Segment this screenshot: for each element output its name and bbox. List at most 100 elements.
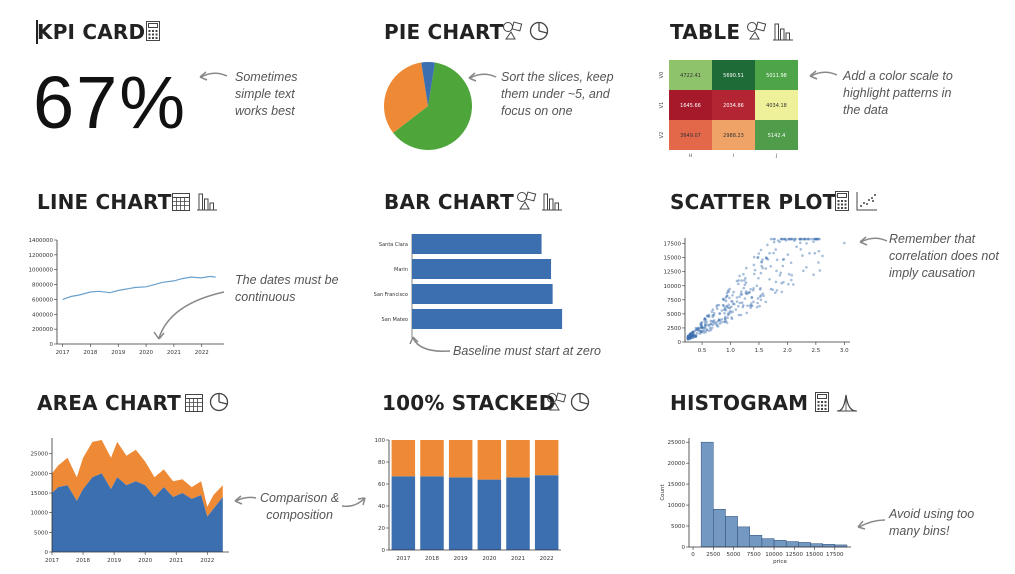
scatter-point [711, 308, 715, 311]
scatter-point [687, 337, 690, 340]
scatter-point [752, 300, 755, 304]
scatter-point [735, 296, 739, 299]
scatter-point [799, 241, 802, 245]
x-tick-label: 1.5 [755, 348, 764, 354]
scatter-point [699, 322, 702, 325]
scatter-point [764, 300, 768, 304]
cell-value: 5142.4 [768, 133, 786, 139]
y-tick-label: 10000 [664, 284, 682, 290]
scatter-point [743, 297, 747, 300]
stacked-bar-bottom [391, 476, 416, 550]
scatter-point [703, 324, 707, 327]
y-tick-label: 7500 [667, 298, 681, 304]
y-tick-label: 800000 [32, 283, 53, 289]
scatter-point [720, 309, 724, 312]
scatter-point [759, 271, 763, 275]
scatter-point [725, 321, 729, 325]
scatter-icon [856, 192, 877, 211]
bar-chart-title: BAR CHART [384, 190, 514, 214]
hist-bin [822, 544, 836, 548]
scatter-point [781, 264, 785, 268]
scatter-point [688, 333, 691, 337]
scatter-point [752, 263, 756, 267]
pointer-arrow [468, 72, 497, 82]
scatter-point [776, 239, 780, 242]
scatter-point [812, 273, 815, 276]
scatter-point [755, 305, 759, 309]
scatter-point [759, 248, 763, 252]
scatter-point [731, 294, 734, 297]
scatter-point [695, 327, 699, 331]
scatter-point [810, 237, 813, 241]
stacked-bar-bottom [506, 477, 530, 550]
scatter-point [753, 268, 757, 272]
x-tick-label: 2017 [56, 350, 70, 356]
bar [412, 234, 542, 254]
x-tick-label: 3.0 [840, 348, 849, 354]
hist-bin [737, 526, 750, 548]
scatter-point [744, 276, 747, 280]
pointer-arrow [341, 497, 366, 508]
scatter-point [795, 245, 798, 248]
x-tick-label: 2.5 [811, 348, 820, 354]
scatter-point [734, 308, 738, 311]
scatter-point [805, 242, 808, 245]
scatter-point [781, 258, 785, 261]
scatter-point [782, 280, 785, 284]
x-tick-label: 5000 [727, 552, 741, 558]
scatter-point [818, 269, 822, 272]
x-tick-label: 2021 [511, 556, 525, 562]
scatter-point [781, 237, 784, 241]
scatter-point [705, 321, 708, 324]
bar-icon [197, 193, 217, 211]
y-tick-label: 80 [378, 460, 385, 466]
scatter-point [812, 237, 815, 241]
scatter-point [724, 308, 728, 312]
x-tick-label: 2018 [83, 350, 97, 356]
pie-icon [529, 21, 549, 41]
pointer-arrow [199, 71, 228, 81]
scatter-point [792, 283, 795, 286]
scatter-point [759, 298, 763, 302]
scatter-point [723, 311, 726, 315]
x-tick-label: 2022 [195, 350, 209, 356]
table-note: Add a color scale to highlight patterns i… [843, 69, 953, 117]
scatter-point [760, 260, 763, 264]
scatter-point [703, 317, 707, 320]
distribution-icon [837, 394, 857, 412]
scatter-point [735, 300, 739, 303]
scatter-point [726, 294, 729, 297]
scatter-point [743, 283, 747, 287]
x-axis-label: price [773, 559, 787, 565]
y-tick-label: 200000 [32, 327, 53, 333]
x-tick-label: 15000 [806, 552, 824, 558]
calendar-icon [185, 394, 203, 412]
x-tick-label: 10000 [765, 552, 783, 558]
scatter-point [752, 272, 756, 276]
shapes-icon [747, 21, 767, 40]
x-tick-label: 2017 [396, 556, 410, 562]
scatter-point [715, 305, 718, 308]
pie-icon [570, 392, 590, 412]
scatter-point [768, 251, 771, 255]
scatter-point [762, 294, 765, 298]
pointer-arrow [859, 236, 888, 246]
scatter-point [756, 297, 760, 300]
scatter-point [740, 301, 744, 304]
scatter-point [775, 269, 778, 273]
x-tick-label: 12500 [786, 552, 804, 558]
y-tick-label: 5000 [667, 312, 681, 318]
y-tick-label: 1000000 [29, 268, 54, 274]
scatter-point [772, 251, 775, 255]
scatter-point [799, 248, 803, 251]
scatter-point [769, 237, 773, 241]
stacked-bar-top [534, 440, 559, 476]
y-tick-label: 0 [678, 340, 682, 346]
y-tick-label: 600000 [32, 297, 53, 303]
scatter-point [798, 237, 801, 241]
pointer-arrow [234, 495, 257, 505]
hist-bin [725, 516, 738, 548]
calculator-icon [835, 191, 849, 211]
scatter-point [817, 249, 821, 253]
scatter-point [769, 265, 773, 268]
